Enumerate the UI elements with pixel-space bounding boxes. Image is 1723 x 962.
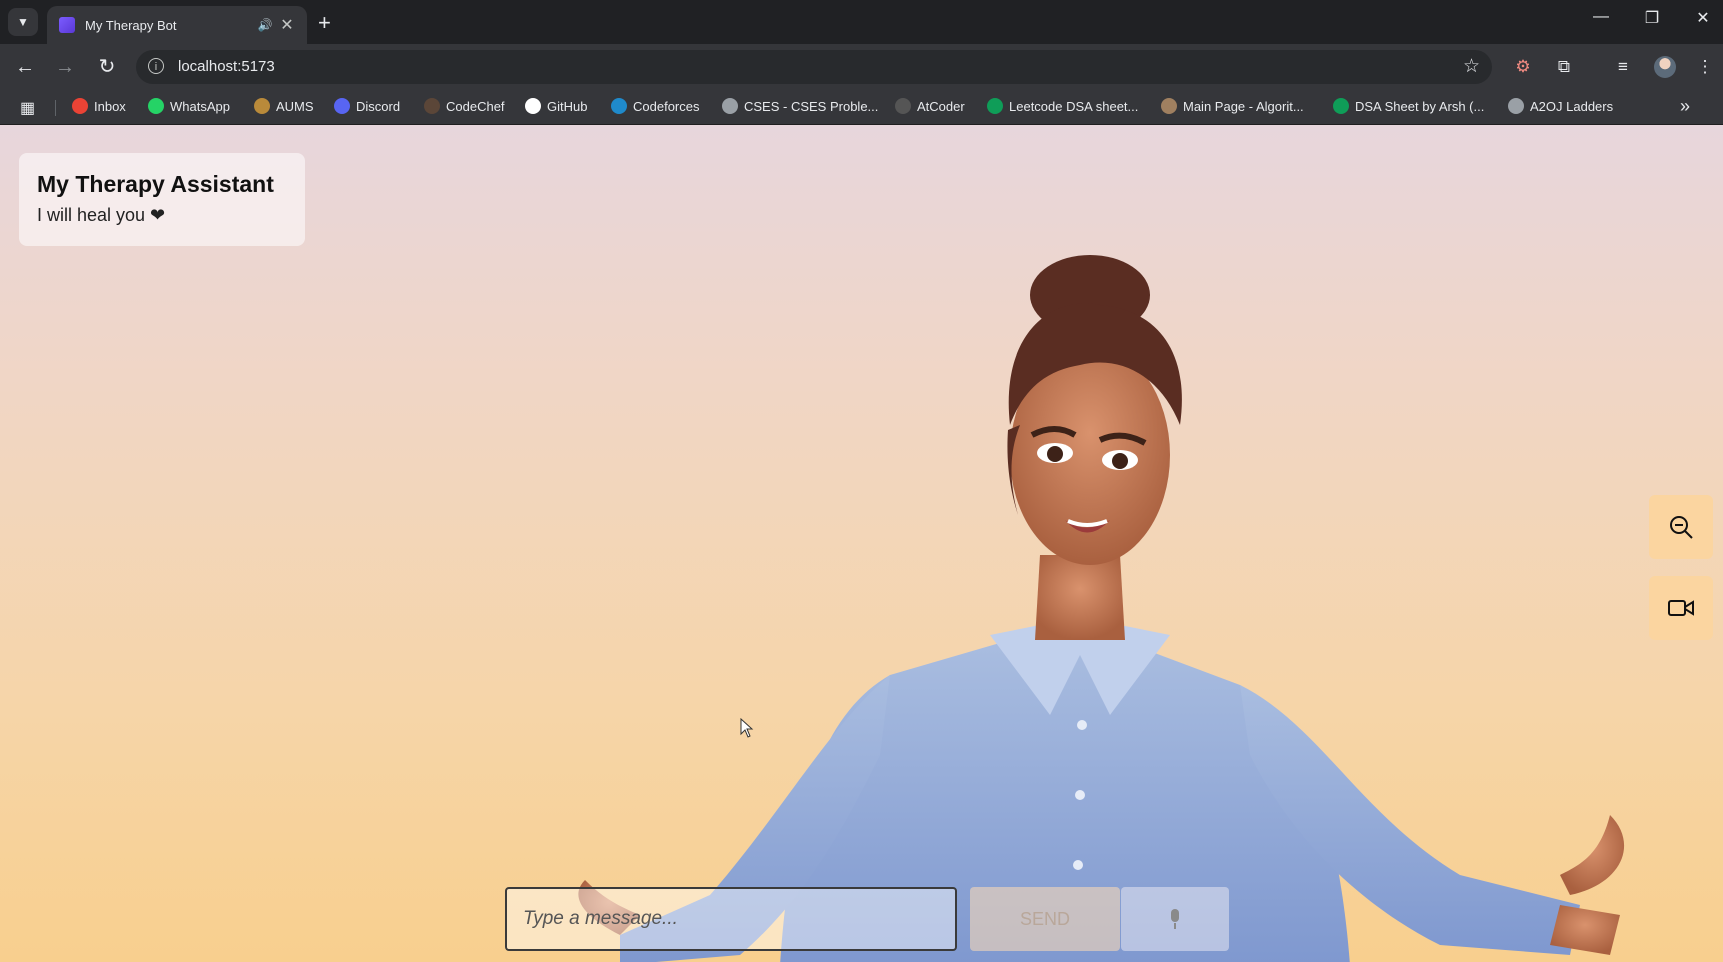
app-subtitle: I will heal you ❤ [37,205,166,225]
sheets-icon [987,98,1003,114]
minimize-icon[interactable]: — [1586,8,1616,26]
tab-title: My Therapy Bot [85,17,177,33]
github-icon [525,98,541,114]
aums-icon [254,98,270,114]
back-icon[interactable]: ← [12,54,38,80]
bookmark-label: A2OJ Ladders [1530,98,1614,114]
tab-strip: ▼ My Therapy Bot 🔊 ✕ + — ❐ ✕ [0,0,1723,44]
new-tab-icon[interactable]: + [318,10,331,36]
video-button[interactable] [1649,576,1713,640]
globe-icon [1508,98,1524,114]
tab-search-button[interactable]: ▼ [8,8,38,36]
bookmark-label: CodeChef [446,98,505,114]
atcoder-icon [895,98,911,114]
bookmark-star-icon[interactable]: ☆ [1463,55,1480,78]
media-control-icon[interactable]: ≡ [1610,54,1636,80]
app-title: My Therapy Assistant [37,171,274,197]
send-button[interactable]: SEND [970,887,1120,951]
algorithmica-icon [1161,98,1177,114]
bookmark-item[interactable]: AtCoder [895,98,965,114]
extensions-puzzle-icon[interactable]: ⧉ [1551,54,1577,80]
bookmark-label: Leetcode DSA sheet... [1009,98,1139,114]
bookmark-label: CSES - CSES Proble... [744,98,879,114]
zoom-out-button[interactable] [1649,495,1713,559]
whatsapp-icon [148,98,164,114]
browser-tab[interactable]: My Therapy Bot 🔊 ✕ [47,6,307,44]
profile-avatar[interactable] [1654,56,1676,78]
header-card: My Therapy Assistant I will heal you ❤ [19,153,305,246]
bookmark-item[interactable]: GitHub [525,98,587,114]
bookmarks-divider [55,100,56,116]
bookmark-label: AtCoder [917,98,965,114]
bookmark-label: DSA Sheet by Arsh (... [1355,98,1485,114]
zoom-out-icon [1670,516,1693,539]
bookmark-item[interactable]: DSA Sheet by Arsh (... [1333,98,1484,114]
chevron-down-icon: ▼ [17,15,29,29]
bookmark-item[interactable]: Codeforces [611,98,699,114]
extension-icon[interactable]: ⚙ [1510,54,1536,80]
bookmarks-bar: ▦ Inbox WhatsApp AUMS Discord CodeChef GitHub… [0,90,1723,125]
microphone-icon [1171,909,1179,929]
url-text: localhost:5173 [178,58,275,75]
reload-icon[interactable]: ↻ [94,54,120,80]
bookmark-item[interactable]: Main Page - Algorit... [1161,98,1304,114]
bookmark-label: Main Page - Algorit... [1183,98,1304,114]
bookmark-item[interactable]: A2OJ Ladders [1508,98,1613,114]
codeforces-icon [611,98,627,114]
bookmark-label: AUMS [276,98,314,114]
menu-kebab-icon[interactable]: ⋮ [1692,54,1718,80]
globe-icon [722,98,738,114]
video-camera-icon [1668,600,1694,616]
window-close-icon[interactable]: ✕ [1688,8,1718,28]
tab-favicon-icon [59,17,75,33]
address-bar[interactable]: i localhost:5173 ☆ [136,50,1492,84]
bookmark-item[interactable]: AUMS [254,98,314,114]
bookmark-item[interactable]: WhatsApp [148,98,230,114]
gmail-icon [72,98,88,114]
apps-grid-icon[interactable]: ▦ [20,98,35,118]
sheets-icon [1333,98,1349,114]
codechef-icon [424,98,440,114]
bookmark-label: GitHub [547,98,588,114]
microphone-button[interactable] [1121,887,1229,951]
therapist-avatar [578,255,1625,962]
bookmark-item[interactable]: CSES - CSES Proble... [722,98,878,114]
bookmark-item[interactable]: Discord [334,98,400,114]
restore-icon[interactable]: ❐ [1637,8,1667,28]
site-info-icon[interactable]: i [148,58,164,74]
discord-icon [334,98,350,114]
bookmark-label: Codeforces [633,98,700,114]
message-input[interactable] [505,887,957,951]
forward-icon[interactable]: → [52,54,78,80]
bookmark-label: Inbox [94,98,126,114]
bookmark-item[interactable]: Inbox [72,98,126,114]
bookmark-item[interactable]: Leetcode DSA sheet... [987,98,1138,114]
mouse-cursor-icon [740,718,754,738]
bookmark-item[interactable]: CodeChef [424,98,505,114]
more-bookmarks-icon[interactable]: » [1680,96,1690,117]
browser-toolbar: ← → ↻ i localhost:5173 ☆ ⚙ ⧉ ≡ ⋮ [0,44,1723,90]
speaker-icon[interactable]: 🔊 [255,18,275,32]
bookmark-label: Discord [356,98,401,114]
close-tab-icon[interactable]: ✕ [275,15,299,35]
app-viewport: My Therapy Assistant I will heal you ❤ T… [0,125,1723,962]
bookmark-label: WhatsApp [170,98,230,114]
